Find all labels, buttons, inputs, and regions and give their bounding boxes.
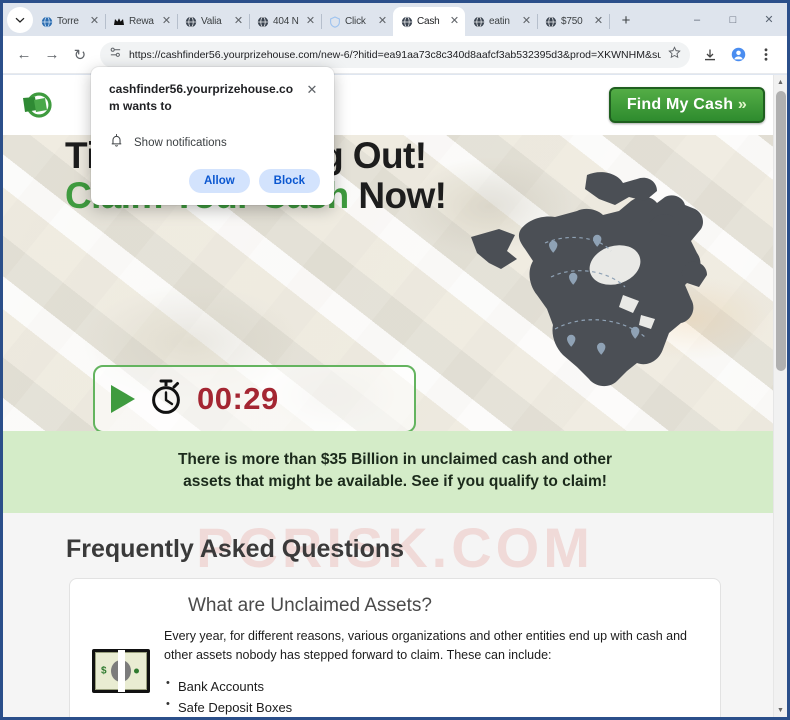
- timer-value: 00:29: [197, 381, 279, 416]
- banknote-icon: $: [92, 649, 150, 693]
- browser-window: Torre ✕ Rewa ✕ Valia ✕ 404 N ✕ Click ✕ C…: [0, 0, 790, 720]
- browser-tab[interactable]: Torre ✕: [33, 7, 106, 36]
- star-icon[interactable]: [668, 45, 681, 64]
- chevrons-right-icon: »: [737, 96, 747, 113]
- page-scrollbar[interactable]: ▲ ▼: [773, 75, 787, 717]
- new-tab-button[interactable]: +: [614, 8, 638, 32]
- countdown-timer: 00:29: [93, 365, 416, 431]
- globe-icon: [184, 15, 197, 28]
- bell-icon: [110, 133, 123, 153]
- find-my-cash-button[interactable]: Find My Cash »: [608, 87, 765, 123]
- reload-button[interactable]: ↻: [67, 41, 93, 68]
- popup-title: cashfinder56.yourprizehouse.com wants to: [109, 82, 294, 114]
- globe-icon: [472, 15, 485, 28]
- tab-close-icon[interactable]: ✕: [160, 15, 173, 28]
- faq-section: PCRISK.COM Frequently Asked Questions Wh…: [3, 513, 787, 717]
- globe-icon: [400, 15, 413, 28]
- three-dot-menu-icon[interactable]: [753, 42, 779, 68]
- faq-text: Every year, for different reasons, vario…: [164, 627, 698, 717]
- tab-title: Cash: [417, 16, 440, 27]
- popup-actions: Allow Block: [109, 168, 320, 193]
- popup-header: cashfinder56.yourprizehouse.com wants to…: [109, 81, 320, 116]
- browser-tab[interactable]: 404 N ✕: [249, 7, 322, 36]
- tab-title: $750: [561, 16, 583, 27]
- find-my-cash-label: Find My Cash: [626, 96, 734, 113]
- block-button[interactable]: Block: [258, 168, 320, 193]
- tab-close-icon[interactable]: ✕: [88, 15, 101, 28]
- globe-icon: [544, 15, 557, 28]
- minimize-button[interactable]: –: [679, 3, 715, 36]
- permission-label: Show notifications: [134, 136, 227, 149]
- list-item: Bank Accounts: [164, 675, 698, 697]
- globe-icon: [256, 15, 269, 28]
- tab-title: 404 N: [273, 16, 299, 27]
- address-bar[interactable]: https://cashfinder56.yourprizehouse.com/…: [99, 41, 691, 68]
- faq-question: What are Unclaimed Assets?: [188, 595, 432, 616]
- faq-card: What are Unclaimed Assets? $ Every year,…: [69, 578, 721, 717]
- unclaimed-cash-banner: There is more than $35 Billion in unclai…: [3, 431, 787, 513]
- tab-title: eatin: [489, 16, 510, 27]
- north-america-map[interactable]: [459, 167, 749, 397]
- browser-tab[interactable]: Rewa ✕: [105, 7, 178, 36]
- cashfinder-logo[interactable]: [17, 85, 57, 125]
- scrollbar-thumb[interactable]: [776, 91, 786, 371]
- scroll-up-arrow-icon[interactable]: ▲: [774, 75, 787, 89]
- tab-title: Valia: [201, 16, 222, 27]
- tab-close-icon[interactable]: ✕: [376, 15, 389, 28]
- allow-button[interactable]: Allow: [189, 168, 250, 193]
- faq-section-title: Frequently Asked Questions: [66, 535, 405, 563]
- download-icon[interactable]: [697, 42, 723, 68]
- profile-avatar-icon[interactable]: [725, 42, 751, 68]
- tab-title: Click: [345, 16, 366, 27]
- window-controls: – □ ✕: [679, 3, 787, 36]
- tab-close-icon[interactable]: ✕: [448, 15, 461, 28]
- browser-tab[interactable]: Valia ✕: [177, 7, 250, 36]
- scroll-down-arrow-icon[interactable]: ▼: [774, 703, 787, 717]
- close-icon[interactable]: ✕: [304, 83, 320, 96]
- list-item: Safe Deposit Boxes: [164, 696, 698, 717]
- tab-close-icon[interactable]: ✕: [592, 15, 605, 28]
- notification-permission-popup: cashfinder56.yourprizehouse.com wants to…: [91, 67, 334, 205]
- stopwatch-icon: [149, 379, 183, 420]
- crown-icon: [112, 15, 125, 28]
- browser-tab[interactable]: $750 ✕: [537, 7, 610, 36]
- tab-separator: [609, 14, 610, 29]
- banner-line1: There is more than $35 Billion in unclai…: [177, 451, 613, 468]
- forward-button[interactable]: →: [39, 41, 65, 68]
- tab-close-icon[interactable]: ✕: [232, 15, 245, 28]
- permission-row: Show notifications: [109, 133, 320, 153]
- tab-title: Torre: [57, 16, 79, 27]
- tab-strip: Torre ✕ Rewa ✕ Valia ✕ 404 N ✕ Click ✕ C…: [3, 3, 787, 36]
- tab-close-icon[interactable]: ✕: [304, 15, 317, 28]
- tab-title: Rewa: [129, 16, 154, 27]
- faq-body: $ Every year, for different reasons, var…: [92, 627, 698, 717]
- faq-paragraph: Every year, for different reasons, vario…: [164, 629, 687, 663]
- maximize-button[interactable]: □: [715, 3, 751, 36]
- faq-asset-list: Bank Accounts Safe Deposit Boxes Insuran…: [164, 675, 698, 717]
- browser-tab-active[interactable]: Cash ✕: [393, 7, 465, 36]
- globe-blue-icon: [40, 15, 53, 28]
- shield-outline-icon: [328, 15, 341, 28]
- tab-close-icon[interactable]: ✕: [520, 15, 533, 28]
- close-window-button[interactable]: ✕: [751, 3, 787, 36]
- back-button[interactable]: ←: [11, 41, 37, 68]
- browser-tab[interactable]: Click ✕: [321, 7, 394, 36]
- tune-icon[interactable]: [109, 46, 122, 64]
- hero-heading-dark: Now!: [348, 174, 447, 216]
- banner-line2: assets that might be available. See if y…: [183, 473, 607, 490]
- play-triangle-icon[interactable]: [111, 385, 135, 413]
- tab-search-chevron-down-icon[interactable]: [7, 7, 33, 33]
- url-text: https://cashfinder56.yourprizehouse.com/…: [128, 48, 662, 61]
- browser-tab[interactable]: eatin ✕: [465, 7, 538, 36]
